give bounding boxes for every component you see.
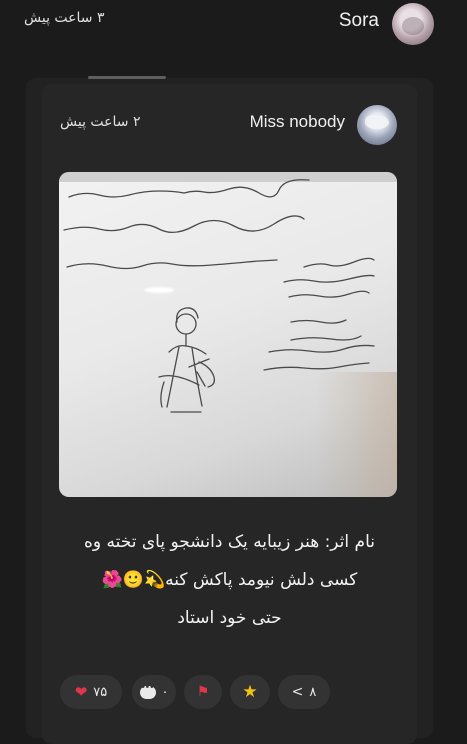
post-header: Sora ۳ ساعت پیش: [0, 0, 467, 58]
likes-count: ۷۵: [93, 684, 108, 700]
action-bar: ❤ ۷۵ ۰ ⚑ ★ < ۸: [0, 675, 467, 711]
post-image[interactable]: [59, 172, 397, 497]
caption-line: نام اثر: هنر زیبایه یک دانشجو پای تخته و…: [84, 532, 375, 552]
post-timestamp: ۳ ساعت پیش: [24, 10, 105, 26]
card-divider: [88, 76, 166, 79]
shares-count: ۸: [309, 684, 317, 700]
avatar[interactable]: [392, 3, 434, 45]
quoted-username[interactable]: Miss nobody: [250, 112, 345, 132]
like-button[interactable]: ❤ ۷۵: [60, 675, 122, 709]
username[interactable]: Sora: [339, 10, 379, 32]
caption-line: کسی دلش نیومد پاکش کنه💫🙂🌺: [101, 570, 358, 590]
caption-line: حتی خود استاد: [177, 608, 282, 628]
image-shadow: [317, 372, 397, 497]
heart-icon: ❤: [74, 682, 88, 701]
comment-icon: [139, 683, 156, 699]
comments-count: ۰: [161, 684, 169, 700]
share-button[interactable]: < ۸: [278, 675, 330, 709]
quoted-avatar[interactable]: [357, 105, 397, 145]
favorite-button[interactable]: ★: [230, 675, 270, 709]
quoted-timestamp: ۲ ساعت پیش: [60, 114, 141, 130]
comment-button[interactable]: ۰: [132, 675, 176, 709]
light-glare: [144, 287, 174, 293]
share-icon: <: [291, 684, 304, 700]
flag-icon: ⚑: [196, 684, 210, 700]
report-button[interactable]: ⚑: [184, 675, 222, 709]
star-icon: ★: [242, 681, 258, 702]
